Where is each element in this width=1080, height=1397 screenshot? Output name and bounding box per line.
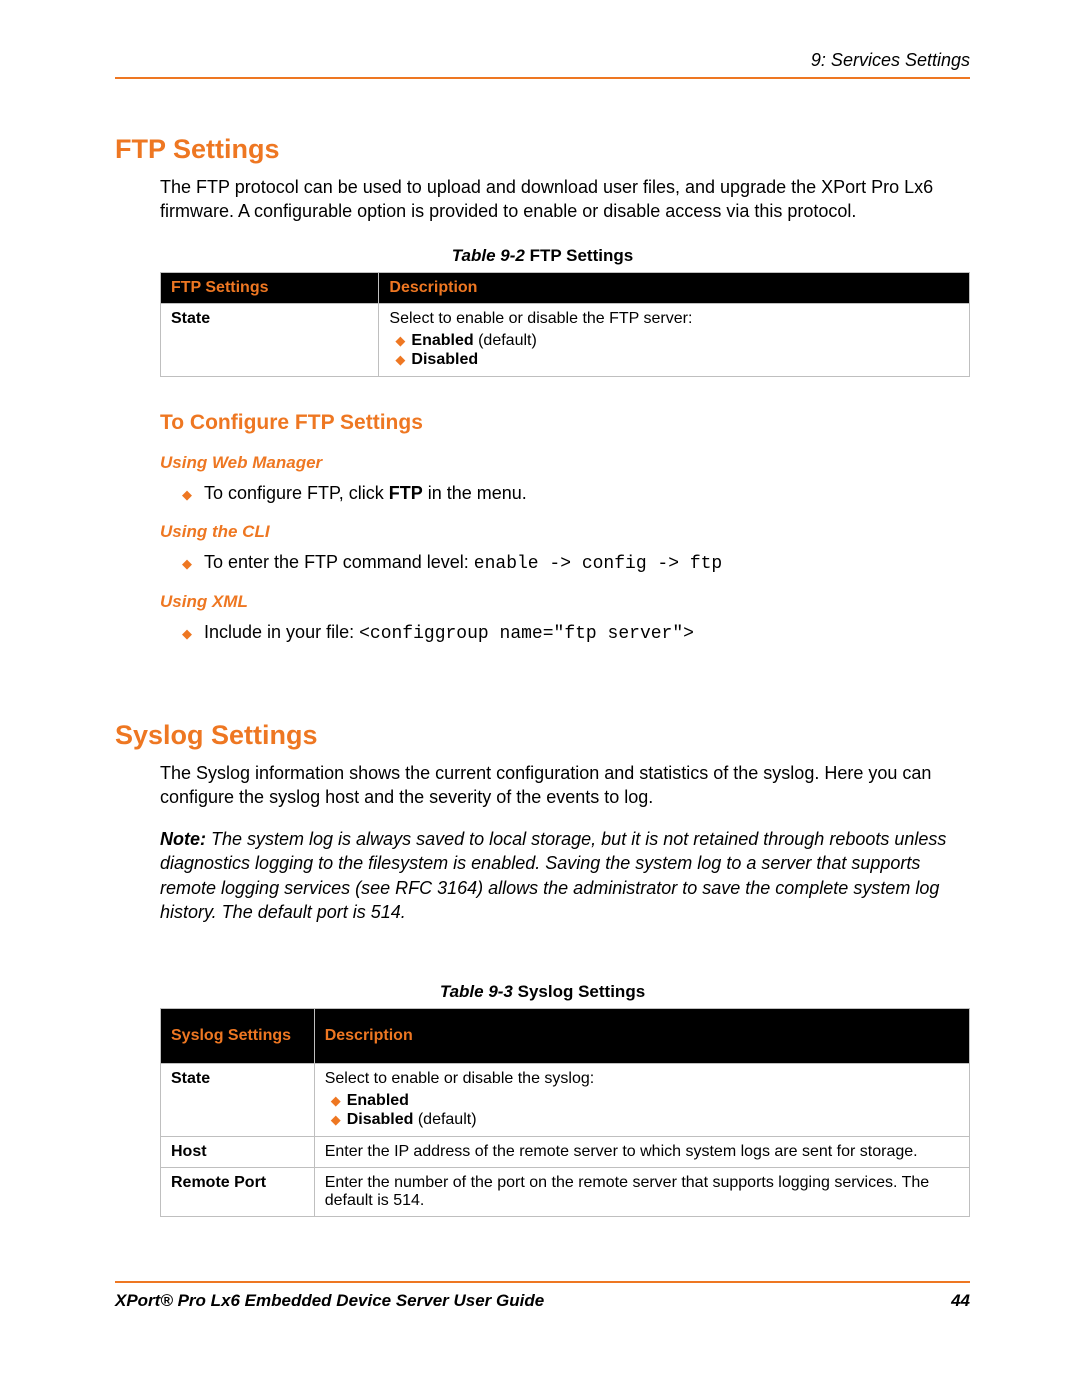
page-number: 44 — [951, 1291, 970, 1311]
ftp-state-label: State — [171, 310, 210, 327]
list-item: ◆Enabled (default) — [395, 332, 959, 350]
list-item: ◆Enabled — [331, 1092, 959, 1110]
page-footer: XPort® Pro Lx6 Embedded Device Server Us… — [115, 1291, 970, 1311]
bullet-line: ◆To configure FTP, click FTP in the menu… — [182, 483, 970, 504]
bullet-line: ◆To enter the FTP command level: enable … — [182, 552, 970, 574]
bullet-line: ◆Include in your file: <configgroup name… — [182, 622, 970, 644]
diamond-icon: ◆ — [395, 352, 411, 368]
syslog-state-desc: Select to enable or disable the syslog: — [325, 1070, 595, 1087]
syslog-th-settings: Syslog Settings — [161, 1009, 315, 1064]
diamond-icon: ◆ — [331, 1093, 347, 1109]
ftp-intro: The FTP protocol can be used to upload a… — [160, 175, 970, 224]
footer-title: XPort® Pro Lx6 Embedded Device Server Us… — [115, 1291, 544, 1311]
ftp-state-desc: Select to enable or disable the FTP serv… — [389, 310, 692, 327]
table-row: Host Enter the IP address of the remote … — [161, 1137, 970, 1168]
diamond-icon: ◆ — [395, 333, 411, 349]
syslog-note: Note: The system log is always saved to … — [160, 827, 970, 924]
syslog-host-desc: Enter the IP address of the remote serve… — [314, 1137, 969, 1168]
ftp-settings-table: FTP Settings Description State Select to… — [160, 272, 970, 377]
using-cli-heading: Using the CLI — [160, 522, 970, 542]
syslog-heading: Syslog Settings — [115, 720, 970, 751]
table-row: State Select to enable or disable the FT… — [161, 303, 970, 376]
syslog-th-description: Description — [314, 1009, 969, 1064]
ftp-table-caption: Table 9-2 FTP Settings — [115, 246, 970, 266]
ftp-heading: FTP Settings — [115, 134, 970, 165]
chapter-header: 9: Services Settings — [115, 50, 970, 71]
using-web-manager-heading: Using Web Manager — [160, 453, 970, 473]
using-xml-heading: Using XML — [160, 592, 970, 612]
diamond-icon: ◆ — [331, 1112, 347, 1128]
ftp-th-description: Description — [379, 272, 970, 303]
configure-ftp-heading: To Configure FTP Settings — [160, 411, 970, 435]
list-item: ◆Disabled — [395, 351, 959, 369]
syslog-port-desc: Enter the number of the port on the remo… — [314, 1168, 969, 1217]
syslog-table-caption: Table 9-3 Syslog Settings — [115, 982, 970, 1002]
syslog-host-label: Host — [171, 1143, 207, 1160]
bottom-rule — [115, 1281, 970, 1283]
syslog-state-label: State — [171, 1070, 210, 1087]
diamond-icon: ◆ — [182, 487, 204, 503]
ftp-th-settings: FTP Settings — [161, 272, 379, 303]
syslog-port-label: Remote Port — [171, 1174, 266, 1191]
syslog-intro: The Syslog information shows the current… — [160, 761, 970, 810]
diamond-icon: ◆ — [182, 556, 204, 572]
table-row: State Select to enable or disable the sy… — [161, 1064, 970, 1137]
diamond-icon: ◆ — [182, 626, 204, 642]
top-rule — [115, 77, 970, 79]
syslog-settings-table: Syslog Settings Description State Select… — [160, 1008, 970, 1217]
table-row: Remote Port Enter the number of the port… — [161, 1168, 970, 1217]
list-item: ◆Disabled (default) — [331, 1111, 959, 1129]
